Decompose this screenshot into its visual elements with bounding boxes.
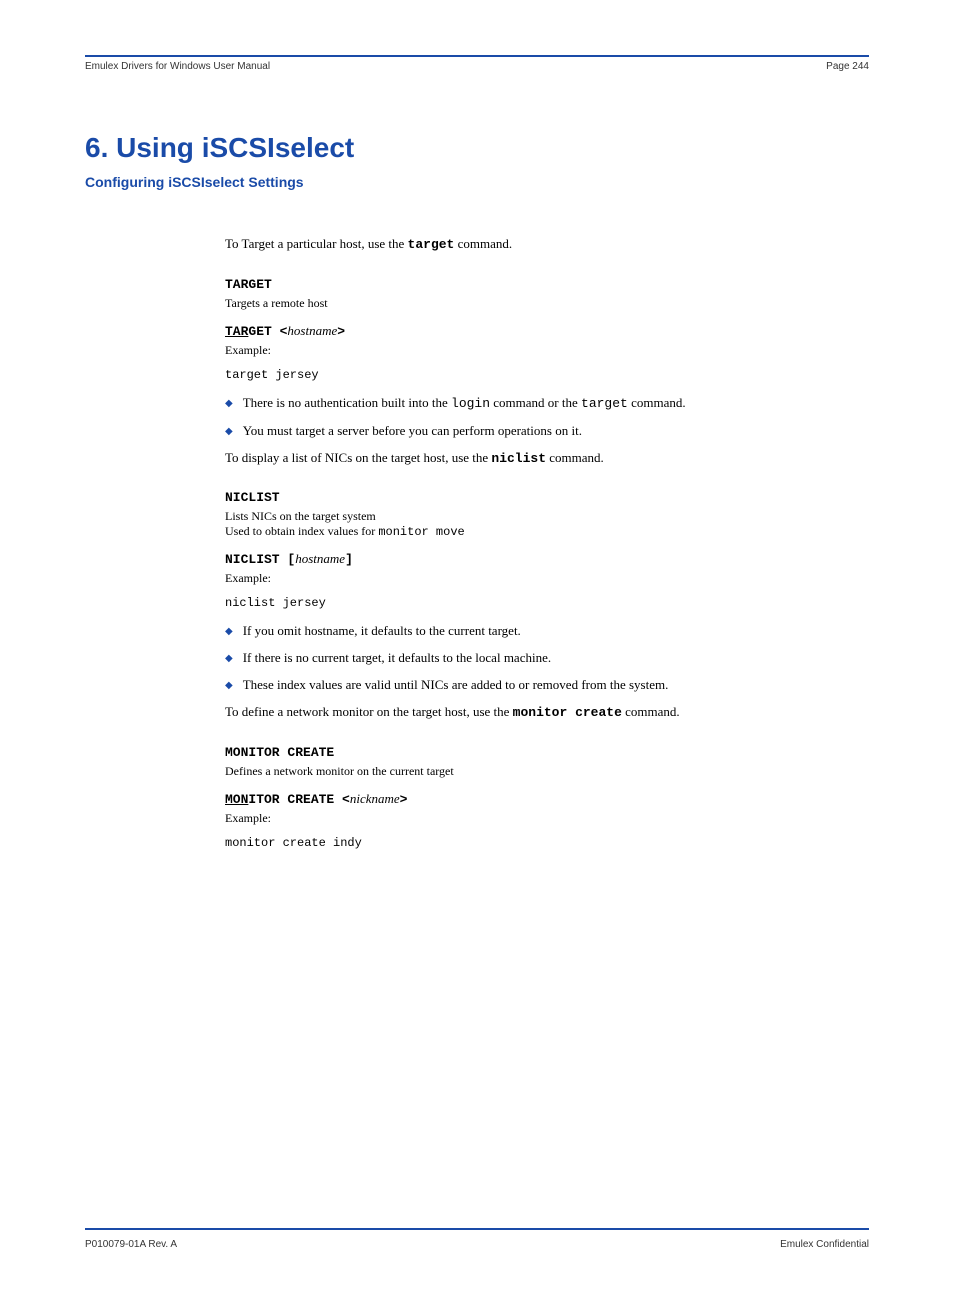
- target-subtitle: Targets a remote host: [225, 296, 869, 311]
- niclist-bullet-2: ◆ If there is no current target, it defa…: [225, 649, 869, 668]
- niclist-subtitle: Lists NICs on the target system Used to …: [225, 509, 869, 539]
- footer-rev: P010079-01A Rev. A: [85, 1239, 177, 1250]
- niclist-bullet-1: ◆ If you omit hostname, it defaults to t…: [225, 622, 869, 641]
- diamond-icon: ◆: [225, 397, 233, 412]
- bottom-rule: [85, 1228, 869, 1230]
- target-tail: To display a list of NICs on the target …: [225, 449, 869, 469]
- monitor-create-syntax: MONITOR CREATE <nickname>: [225, 791, 869, 807]
- diamond-icon: ◆: [225, 625, 233, 640]
- top-rule: [85, 55, 869, 57]
- target-syntax: TARGET <hostname>: [225, 323, 869, 339]
- footer-brand: Emulex Confidential: [780, 1239, 869, 1250]
- niclist-syntax: NICLIST [hostname]: [225, 551, 869, 567]
- intro-paragraph: To Target a particular host, use the tar…: [225, 235, 869, 255]
- niclist-example-label: Example:: [225, 571, 869, 586]
- header-doc: Emulex Drivers for Windows User Manual: [85, 61, 270, 72]
- diamond-icon: ◆: [225, 425, 233, 440]
- target-heading: TARGET: [225, 277, 869, 292]
- monitor-create-example-code: monitor create indy: [225, 836, 869, 850]
- niclist-heading: NICLIST: [225, 490, 869, 505]
- target-bullet-2: ◆ You must target a server before you ca…: [225, 422, 869, 441]
- monitor-create-subtitle: Defines a network monitor on the current…: [225, 764, 869, 779]
- monitor-create-heading: MONITOR CREATE: [225, 745, 869, 760]
- target-bullet-1: ◆ There is no authentication built into …: [225, 394, 869, 414]
- chapter-title: 6. Using iSCSIselect: [85, 132, 869, 164]
- niclist-bullet-3: ◆ These index values are valid until NIC…: [225, 676, 869, 695]
- target-example-label: Example:: [225, 343, 869, 358]
- main-content: To Target a particular host, use the tar…: [225, 235, 869, 850]
- page-footer: P010079-01A Rev. A Emulex Confidential: [85, 1239, 869, 1250]
- monitor-create-example-label: Example:: [225, 811, 869, 826]
- diamond-icon: ◆: [225, 652, 233, 667]
- header-page: Page 244: [826, 61, 869, 72]
- niclist-example-code: niclist jersey: [225, 596, 869, 610]
- diamond-icon: ◆: [225, 679, 233, 694]
- target-example-code: target jersey: [225, 368, 869, 382]
- niclist-tail: To define a network monitor on the targe…: [225, 703, 869, 723]
- chapter-subtitle: Configuring iSCSIselect Settings: [85, 174, 869, 190]
- page-header: Emulex Drivers for Windows User Manual P…: [85, 61, 869, 72]
